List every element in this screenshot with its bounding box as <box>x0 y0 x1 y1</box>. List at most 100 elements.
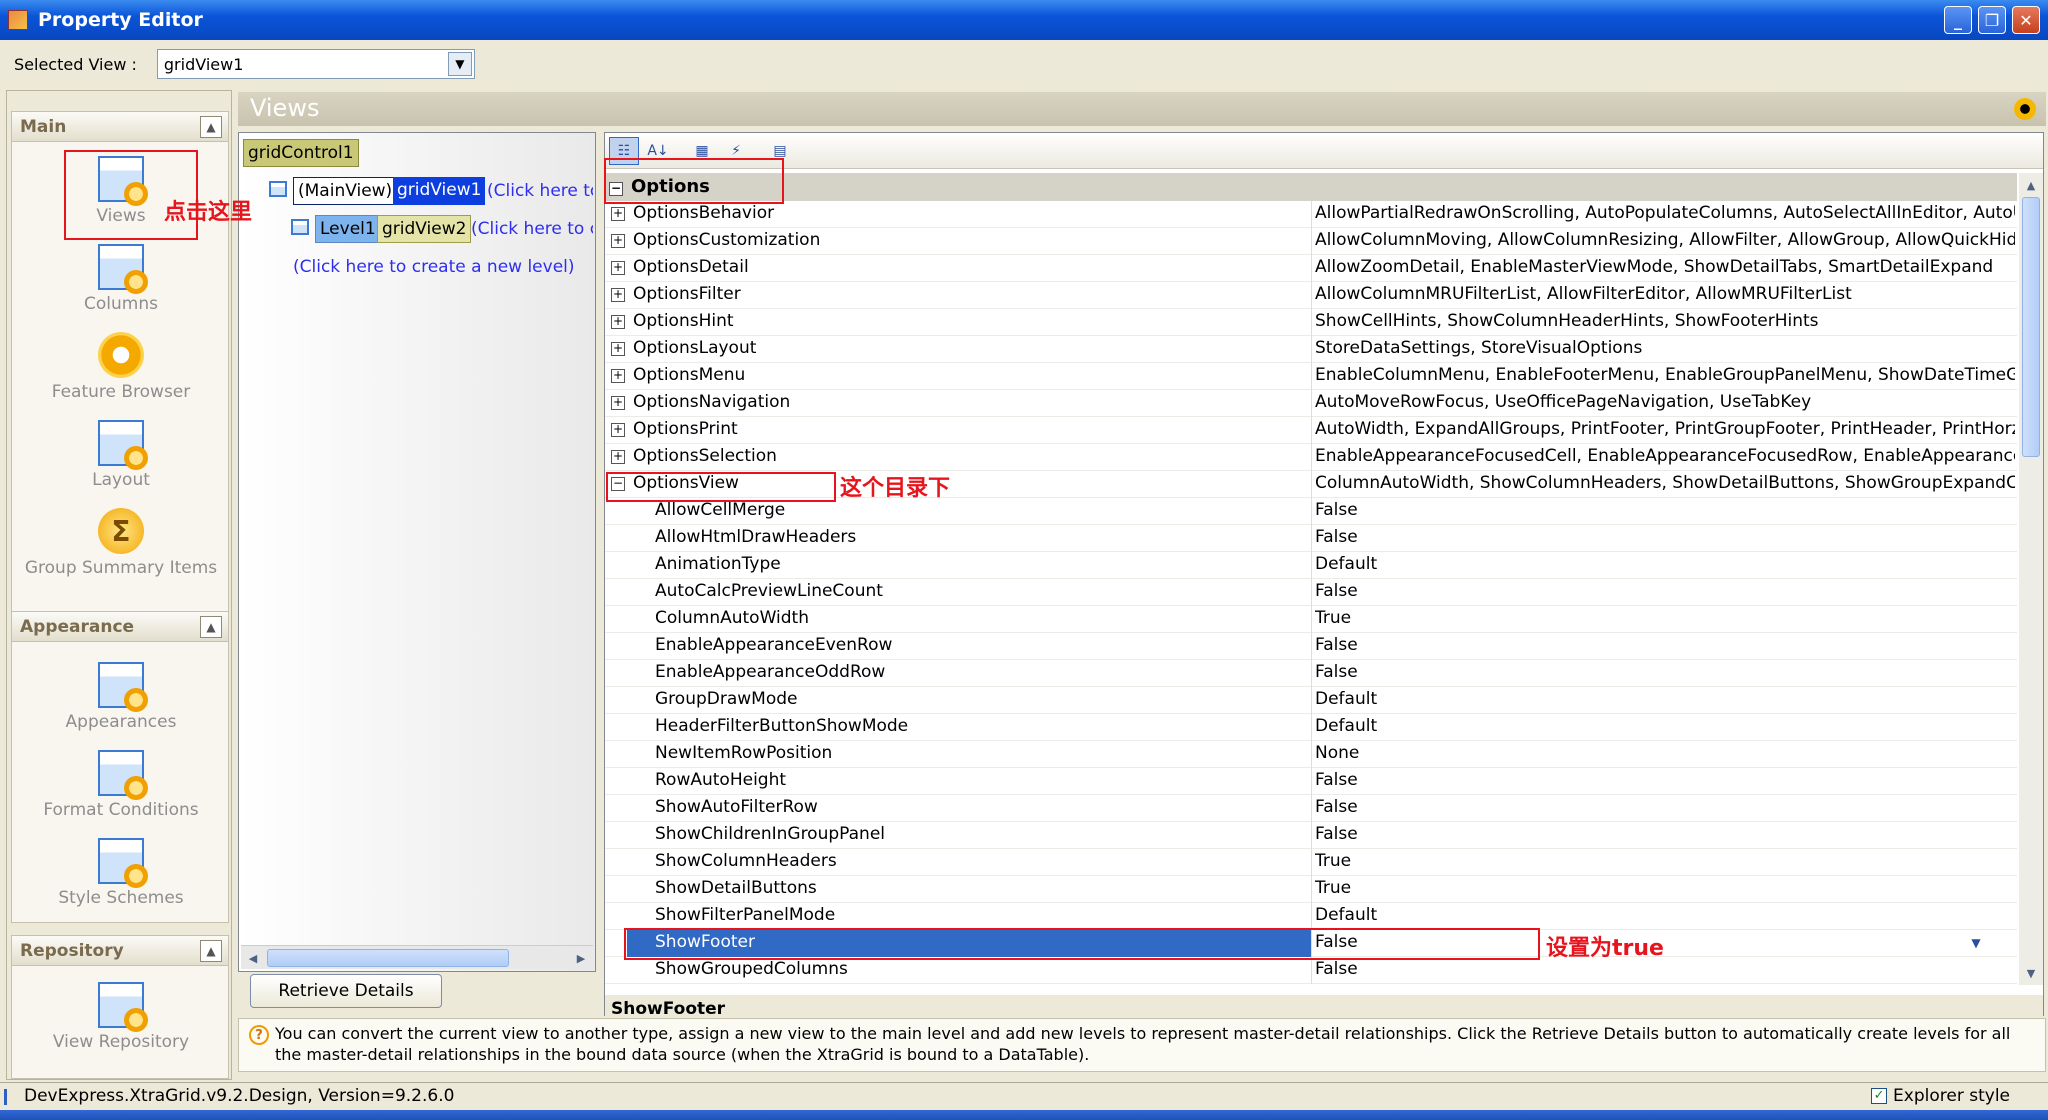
property-value[interactable]: StoreDataSettings, StoreVisualOptions <box>1315 338 2015 358</box>
scroll-down-icon[interactable]: ▼ <box>2021 963 2041 983</box>
property-row-optionsselection[interactable]: + OptionsSelection EnableAppearanceFocused… <box>605 444 2017 471</box>
property-row-optionshint[interactable]: + OptionsHint ShowCellHints, ShowColumnHea… <box>605 309 2017 336</box>
category-options[interactable]: − Options <box>605 173 2017 201</box>
property-value[interactable]: False <box>1315 770 2015 790</box>
expand-icon[interactable]: + <box>611 207 625 221</box>
property-value[interactable]: None <box>1315 743 2015 763</box>
scroll-left-icon[interactable]: ◀ <box>243 948 263 968</box>
checkbox-checked-icon[interactable]: ✓ <box>1871 1088 1888 1104</box>
collapse-icon[interactable]: ▲ <box>200 116 222 138</box>
property-value[interactable]: EnableColumnMenu, EnableFooterMenu, Enab… <box>1315 365 2015 385</box>
vertical-scrollbar[interactable]: ▲ ▼ <box>2019 173 2043 985</box>
minimize-button[interactable]: _ <box>1944 6 1972 34</box>
change-level-view-link[interactable]: (Click here to cl <box>471 219 593 239</box>
collapse-icon[interactable]: ▲ <box>200 616 222 638</box>
property-value[interactable]: Default <box>1315 905 2015 925</box>
collapse-icon[interactable]: − <box>609 182 623 196</box>
property-value[interactable]: EnableAppearanceFocusedCell, EnableAppea… <box>1315 446 2015 466</box>
scroll-right-icon[interactable]: ▶ <box>571 948 591 968</box>
scroll-up-icon[interactable]: ▲ <box>2021 175 2041 195</box>
tree-node-grid-control[interactable]: gridControl1 <box>243 139 359 167</box>
collapse-icon[interactable]: − <box>611 477 625 491</box>
property-row-rowautoheight[interactable]: RowAutoHeight False <box>605 768 2017 795</box>
property-row-showautofilterrow[interactable]: ShowAutoFilterRow False <box>605 795 2017 822</box>
property-row-optionslayout[interactable]: + OptionsLayout StoreDataSettings, StoreVi… <box>605 336 2017 363</box>
property-value[interactable]: ShowCellHints, ShowColumnHeaderHints, Sh… <box>1315 311 2015 331</box>
tree-node-gridview1[interactable]: gridView1 <box>393 177 486 205</box>
property-row-optionsnavigation[interactable]: + OptionsNavigation AutoMoveRowFocus, UseO… <box>605 390 2017 417</box>
expand-icon[interactable]: + <box>611 396 625 410</box>
property-row-optionsprint[interactable]: + OptionsPrint AutoWidth, ExpandAllGroups,… <box>605 417 2017 444</box>
categorized-icon[interactable]: ☷ <box>609 137 639 165</box>
property-row-autocalcpreviewlinecount[interactable]: AutoCalcPreviewLineCount False <box>605 579 2017 606</box>
info-icon[interactable] <box>2014 98 2036 120</box>
property-value[interactable]: False <box>1315 635 2015 655</box>
nav-item-group-summary[interactable]: Σ Group Summary Items <box>12 508 230 578</box>
nav-item-layout[interactable]: Layout <box>12 420 230 490</box>
property-row-allowcellmerge[interactable]: AllowCellMerge False <box>605 498 2017 525</box>
property-row-showchildreningrouppanel[interactable]: ShowChildrenInGroupPanel False <box>605 822 2017 849</box>
expand-icon[interactable]: + <box>611 450 625 464</box>
property-value[interactable]: AllowPartialRedrawOnScrolling, AutoPopul… <box>1315 203 2015 223</box>
property-row-optionsfilter[interactable]: + OptionsFilter AllowColumnMRUFilterList, … <box>605 282 2017 309</box>
expand-icon[interactable]: + <box>611 423 625 437</box>
selected-view-combo[interactable]: gridView1 ▼ <box>156 49 475 79</box>
property-row-showcolumnheaders[interactable]: ShowColumnHeaders True <box>605 849 2017 876</box>
property-row-columnautowidth[interactable]: ColumnAutoWidth True <box>605 606 2017 633</box>
property-value[interactable]: AutoMoveRowFocus, UseOfficePageNavigatio… <box>1315 392 2015 412</box>
events-icon[interactable]: ⚡ <box>721 137 751 165</box>
property-value[interactable]: True <box>1315 878 2015 898</box>
nav-group-header[interactable]: Repository ▲ <box>12 936 228 966</box>
property-value[interactable]: False <box>1315 662 2015 682</box>
property-row-showfilterpanelmode[interactable]: ShowFilterPanelMode Default <box>605 903 2017 930</box>
expand-icon[interactable]: + <box>611 261 625 275</box>
nav-item-style-schemes[interactable]: Style Schemes <box>12 838 230 908</box>
property-value[interactable]: Default <box>1315 716 2015 736</box>
property-row-showfooter[interactable]: ShowFooter False ▼ <box>605 930 2017 957</box>
property-value[interactable]: False <box>1315 527 2015 547</box>
retrieve-details-button[interactable]: Retrieve Details <box>250 974 442 1008</box>
expand-icon[interactable]: + <box>611 288 625 302</box>
property-row-headerfilterbuttonshowmode[interactable]: HeaderFilterButtonShowMode Default <box>605 714 2017 741</box>
property-row-optionsdetail[interactable]: + OptionsDetail AllowZoomDetail, EnableMas… <box>605 255 2017 282</box>
change-view-link[interactable]: (Click here to <box>487 181 593 201</box>
chevron-down-icon[interactable]: ▼ <box>447 52 472 76</box>
nav-item-appearances[interactable]: Appearances <box>12 662 230 732</box>
property-row-enableappearanceevenrow[interactable]: EnableAppearanceEvenRow False <box>605 633 2017 660</box>
close-button[interactable]: ✕ <box>2012 6 2040 34</box>
property-value[interactable]: AllowZoomDetail, EnableMasterViewMode, S… <box>1315 257 2015 277</box>
property-row-allowhtmldrawheaders[interactable]: AllowHtmlDrawHeaders False <box>605 525 2017 552</box>
property-value[interactable]: AllowColumnMRUFilterList, AllowFilterEdi… <box>1315 284 2015 304</box>
property-row-enableappearanceoddrow[interactable]: EnableAppearanceOddRow False <box>605 660 2017 687</box>
property-value[interactable]: True <box>1315 608 2015 628</box>
property-row-newitemrowposition[interactable]: NewItemRowPosition None <box>605 741 2017 768</box>
expand-icon[interactable]: + <box>611 342 625 356</box>
maximize-button[interactable]: ❐ <box>1978 6 2006 34</box>
create-level-link[interactable]: (Click here to create a new level) <box>293 257 575 277</box>
nav-group-header[interactable]: Main ▲ <box>12 112 228 142</box>
property-value[interactable]: False <box>1315 797 2015 817</box>
tree-node-main-view[interactable]: (MainView) <box>293 177 398 205</box>
chevron-down-icon[interactable]: ▼ <box>1965 932 1987 954</box>
expand-icon[interactable]: + <box>611 234 625 248</box>
nav-item-view-repository[interactable]: View Repository <box>12 982 228 1052</box>
property-value[interactable]: False <box>1315 500 2015 520</box>
property-value[interactable]: False <box>1315 959 2015 979</box>
alphabetical-icon[interactable]: A↓ <box>643 137 673 165</box>
property-value[interactable]: AutoWidth, ExpandAllGroups, PrintFooter,… <box>1315 419 2015 439</box>
property-row-animationtype[interactable]: AnimationType Default <box>605 552 2017 579</box>
tree-node-level1[interactable]: Level1 <box>315 215 381 243</box>
property-row-showgroupedcolumns[interactable]: ShowGroupedColumns False <box>605 957 2017 984</box>
property-value[interactable]: ColumnAutoWidth, ShowColumnHeaders, Show… <box>1315 473 2015 493</box>
nav-group-header[interactable]: Appearance ▲ <box>12 612 228 642</box>
horizontal-scrollbar[interactable]: ◀ ▶ <box>241 945 593 969</box>
property-value[interactable]: True <box>1315 851 2015 871</box>
property-row-groupdrawmode[interactable]: GroupDrawMode Default <box>605 687 2017 714</box>
property-value[interactable]: Default <box>1315 554 2015 574</box>
property-row-optionsmenu[interactable]: + OptionsMenu EnableColumnMenu, EnableFoot… <box>605 363 2017 390</box>
property-value[interactable]: Default <box>1315 689 2015 709</box>
nav-item-feature-browser[interactable]: Feature Browser <box>12 332 230 402</box>
scroll-thumb[interactable] <box>267 949 509 967</box>
property-value[interactable]: False <box>1315 581 2015 601</box>
scroll-thumb[interactable] <box>2022 197 2040 457</box>
